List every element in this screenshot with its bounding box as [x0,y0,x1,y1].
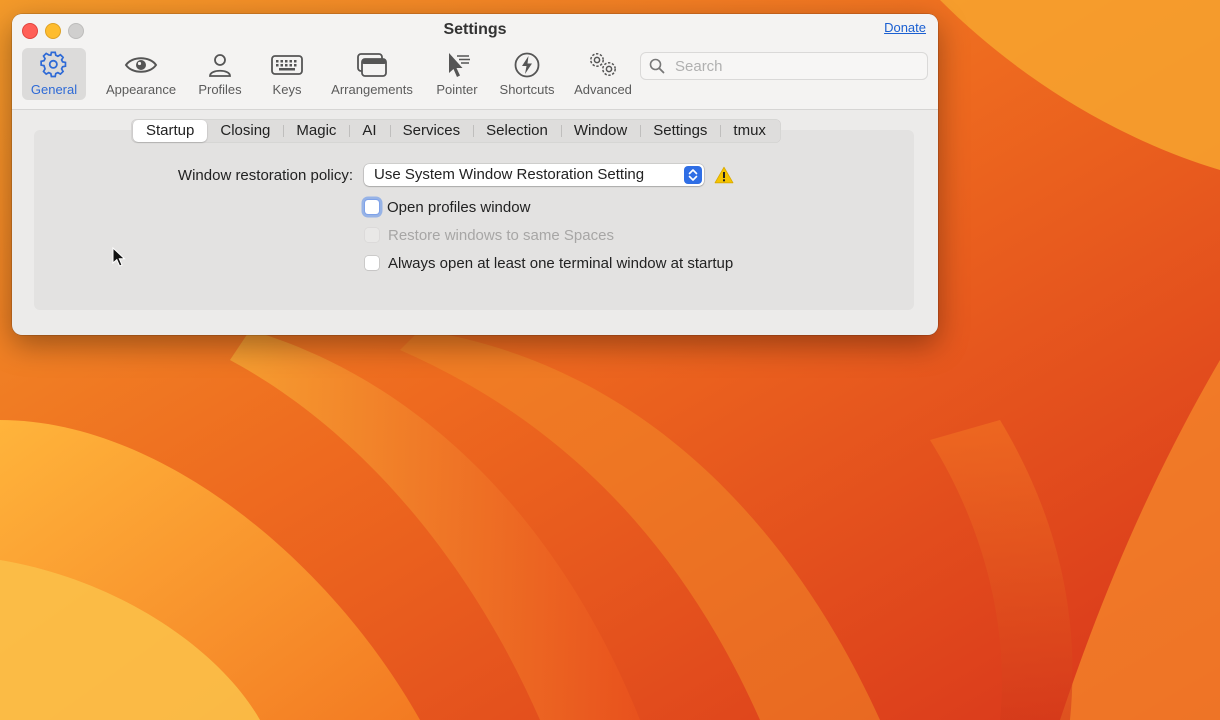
toolbar-keys[interactable]: Keys [260,48,314,100]
toolbar-label: General [30,82,78,97]
pointer-icon [439,50,475,80]
mouse-cursor-icon [112,247,126,267]
popup-value: Use System Window Restoration Setting [374,166,645,183]
search-field[interactable] [640,52,928,80]
checkbox-label: Restore windows to same Spaces [388,226,614,244]
toolbar-label: Shortcuts [499,82,555,97]
window-title: Settings [443,21,507,38]
toolbar-general[interactable]: General [22,48,86,100]
restoration-policy-popup[interactable]: Use System Window Restoration Setting [364,164,704,186]
toolbar-label: Keys [272,82,302,97]
restore-windows-spaces-option: Restore windows to same Spaces [362,225,614,245]
checkbox-label: Always open at least one terminal window… [388,254,734,272]
bolt-icon [509,50,545,80]
toolbar-label: Profiles [198,82,242,97]
toolbar-appearance[interactable]: Appearance [98,48,184,100]
eye-icon [123,50,159,80]
restore-windows-spaces-checkbox [365,228,379,242]
tab-window[interactable]: Window [560,120,640,142]
toolbar-arrangements[interactable]: Arrangements [324,48,420,100]
search-icon [649,58,665,74]
startup-settings-panel [34,130,914,310]
open-profiles-window-option[interactable]: Open profiles window [362,197,530,217]
toolbar-shortcuts[interactable]: Shortcuts [494,48,560,100]
chevron-updown-icon [684,166,702,184]
always-open-terminal-option[interactable]: Always open at least one terminal window… [362,253,733,273]
always-open-terminal-checkbox[interactable] [365,256,379,270]
toolbar-label: Advanced [574,82,632,97]
tab-magic[interactable]: Magic [283,120,349,142]
windows-icon [354,50,390,80]
tab-closing[interactable]: Closing [207,120,283,142]
checkbox-label: Open profiles window [387,198,531,216]
toolbar-label: Appearance [105,82,177,97]
tab-tmux[interactable]: tmux [720,120,779,142]
toolbar-label: Arrangements [331,82,413,97]
donate-link[interactable]: Donate [884,20,926,35]
tab-startup[interactable]: Startup [133,120,208,142]
person-icon [202,50,238,80]
toolbar-label: Pointer [436,82,478,97]
gears-icon [585,50,621,80]
tab-settings[interactable]: Settings [640,120,720,142]
keyboard-icon [269,50,305,80]
tab-selection[interactable]: Selection [473,120,561,142]
gear-icon [36,50,72,80]
open-profiles-window-checkbox[interactable] [365,200,379,214]
warning-icon[interactable] [714,166,734,184]
tab-services[interactable]: Services [389,120,474,142]
settings-window: Settings Donate General Appearance Profi… [12,14,938,335]
restoration-policy-label: Window restoration policy: [177,167,353,184]
toolbar-pointer[interactable]: Pointer [428,48,486,100]
toolbar-advanced[interactable]: Advanced [568,48,638,100]
settings-tab-bar: Startup Closing Magic AI Services Select… [131,119,781,143]
toolbar-profiles[interactable]: Profiles [192,48,248,100]
search-input[interactable] [673,56,917,76]
tab-ai[interactable]: AI [349,120,389,142]
